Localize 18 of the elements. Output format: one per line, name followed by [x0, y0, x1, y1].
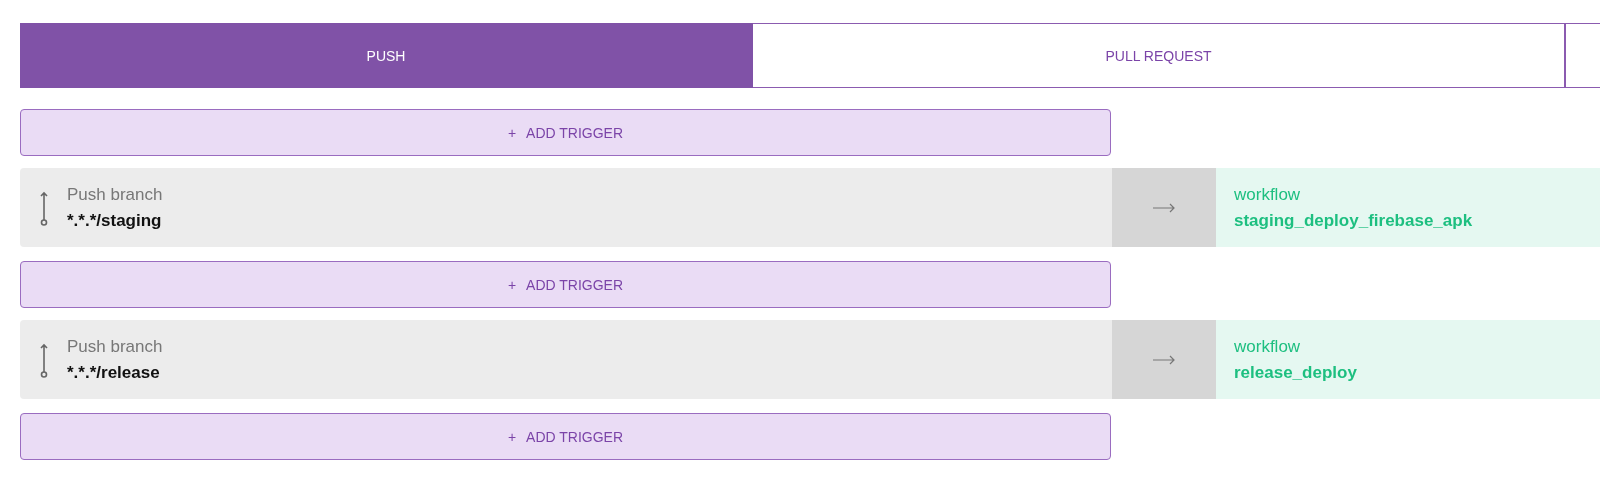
workflow-label: workflow [1234, 336, 1302, 357]
arrow-icon [1153, 202, 1175, 213]
trigger-type: Push branch [67, 336, 163, 357]
branch-pattern: *.*.*/release [67, 362, 161, 383]
branch-icon [39, 189, 49, 226]
arrow-icon [1153, 354, 1175, 365]
tab[interactable] [1565, 23, 1600, 88]
add-trigger-button[interactable]: + ADD TRIGGER [20, 413, 1111, 460]
workflow-name: staging_deploy_firebase_apk [1234, 210, 1474, 231]
add-trigger-button[interactable]: + ADD TRIGGER [20, 109, 1111, 156]
trigger-type: Push branch [67, 184, 163, 205]
tab[interactable]: PULL REQUEST [753, 23, 1565, 88]
workflow-name: release_deploy [1234, 362, 1358, 383]
add-trigger-button[interactable]: + ADD TRIGGER [20, 261, 1111, 308]
branch-pattern: *.*.*/staging [67, 210, 163, 231]
workflow-label: workflow [1234, 184, 1302, 205]
branch-icon [39, 341, 49, 378]
tab[interactable]: PUSH [20, 23, 753, 88]
